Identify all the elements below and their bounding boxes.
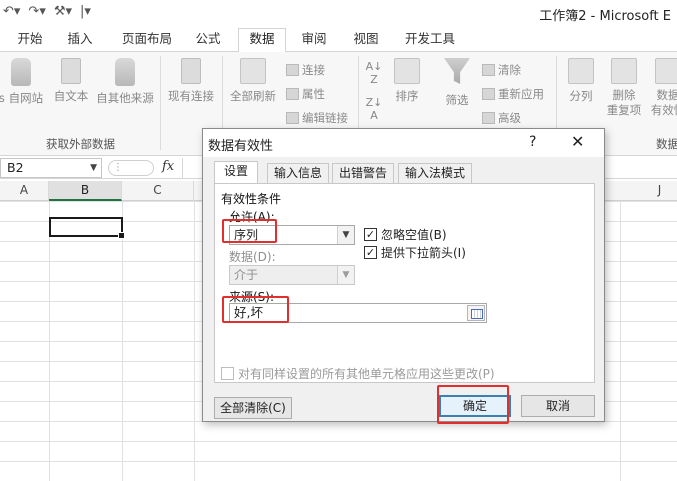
data-validation-button[interactable]: 数据 有效性 bbox=[648, 58, 677, 118]
from-web-button[interactable]: s 自网站 bbox=[0, 58, 46, 106]
tab-input-message[interactable]: 输入信息 bbox=[267, 163, 329, 184]
sort-descending-button[interactable]: Z↓ A bbox=[362, 96, 386, 122]
range-picker-icon[interactable] bbox=[467, 305, 485, 321]
sort-az-icon: A↓ Z bbox=[365, 60, 383, 86]
allow-label: 允许(A): bbox=[229, 210, 275, 224]
tab-settings[interactable]: 设置 bbox=[214, 161, 258, 185]
chevron-down-icon: ▼ bbox=[337, 266, 354, 284]
group-label-data-tools: 数据 bbox=[656, 137, 677, 151]
gridline bbox=[194, 201, 195, 481]
settings-panel: 有效性条件 允许(A): 序列 ▼ ✓ 忽略空值(B) ✓ 提供下拉箭头(I) … bbox=[214, 183, 595, 383]
tab-developer[interactable]: 开发工具 bbox=[402, 29, 458, 52]
data-select: 介于 ▼ bbox=[229, 265, 355, 285]
text-to-columns-icon bbox=[568, 58, 594, 84]
text-file-icon bbox=[61, 58, 81, 84]
active-cell[interactable] bbox=[49, 217, 125, 239]
refresh-icon bbox=[240, 58, 266, 84]
connections-icon bbox=[286, 64, 299, 76]
column-header-b[interactable]: B bbox=[49, 181, 122, 201]
name-box[interactable]: B2 ▼ bbox=[0, 158, 102, 178]
tab-data[interactable]: 数据 bbox=[238, 28, 286, 53]
refresh-all-button[interactable]: 全部刷新 bbox=[226, 58, 280, 104]
remove-duplicates-button[interactable]: 删除 重复项 bbox=[604, 58, 644, 118]
close-icon[interactable]: ✕ bbox=[571, 132, 584, 151]
reapply-icon bbox=[482, 88, 495, 100]
tab-formulas[interactable]: 公式 bbox=[192, 29, 224, 52]
formula-controls: ⋮ bbox=[108, 160, 154, 176]
gridline bbox=[49, 201, 50, 481]
properties-icon bbox=[286, 88, 299, 100]
reapply-button[interactable]: 重新应用 bbox=[482, 86, 544, 102]
group-separator bbox=[160, 56, 161, 150]
clear-filter-button[interactable]: 清除 bbox=[482, 62, 521, 78]
database-icon bbox=[115, 58, 135, 86]
remove-duplicates-icon bbox=[611, 58, 637, 84]
cancel-button[interactable]: 取消 bbox=[521, 395, 595, 417]
tab-error-alert[interactable]: 出错警告 bbox=[332, 163, 394, 184]
apply-to-all-checkbox[interactable]: 对有同样设置的所有其他单元格应用这些更改(P) bbox=[221, 365, 495, 382]
sort-ascending-button[interactable]: A↓ Z bbox=[362, 60, 386, 86]
chevron-down-icon[interactable]: ▼ bbox=[90, 159, 97, 177]
link-icon bbox=[286, 112, 299, 124]
dialog-title-bar: 数据有效性 ? ✕ bbox=[203, 129, 604, 157]
gridline bbox=[122, 201, 123, 481]
connections-button[interactable]: 连接 bbox=[286, 62, 325, 78]
filter-button[interactable]: 筛选 bbox=[440, 58, 474, 108]
gridline bbox=[620, 201, 621, 481]
group-label-external-data: 获取外部数据 bbox=[46, 137, 115, 151]
sort-icon bbox=[394, 58, 420, 84]
data-validation-dialog: 数据有效性 ? ✕ 设置 输入信息 出错警告 输入法模式 有效性条件 允许(A)… bbox=[202, 128, 605, 422]
tab-review[interactable]: 审阅 bbox=[298, 29, 330, 52]
source-input[interactable]: 好,坏 bbox=[229, 303, 487, 323]
allow-select[interactable]: 序列 ▼ bbox=[229, 225, 355, 245]
from-other-sources-button[interactable]: 自其他来源 bbox=[94, 58, 156, 106]
text-to-columns-button[interactable]: 分列 bbox=[562, 58, 600, 104]
data-validation-icon bbox=[655, 58, 677, 84]
tab-insert[interactable]: 插入 bbox=[64, 29, 96, 52]
data-label: 数据(D): bbox=[229, 250, 276, 264]
database-icon bbox=[11, 58, 31, 86]
column-header-j[interactable]: J bbox=[620, 181, 677, 201]
qat-more-icon[interactable]: |▾ bbox=[77, 4, 94, 19]
undo-icon[interactable]: ↶▾ bbox=[0, 4, 23, 19]
dialog-title: 数据有效性 bbox=[208, 139, 274, 154]
clear-all-button[interactable]: 全部清除(C) bbox=[214, 397, 292, 419]
in-cell-dropdown-checkbox[interactable]: ✓ 提供下拉箭头(I) bbox=[364, 244, 466, 261]
tab-home[interactable]: 开始 bbox=[14, 29, 46, 52]
sort-za-icon: Z↓ A bbox=[365, 96, 383, 122]
advanced-filter-button[interactable]: 高级 bbox=[482, 110, 521, 126]
title-bar: ↶▾ ↷▾ ⚒▾ |▾ 工作簿2 - Microsoft E bbox=[0, 0, 677, 26]
section-title: 有效性条件 bbox=[221, 192, 282, 206]
clear-filter-icon bbox=[482, 64, 495, 76]
checkbox-icon[interactable]: ✓ bbox=[364, 228, 377, 241]
ribbon-tabs: 开始 插入 页面布局 公式 数据 审阅 视图 开发工具 bbox=[0, 26, 677, 53]
help-icon[interactable]: ? bbox=[529, 134, 536, 150]
window-title: 工作簿2 - Microsoft E bbox=[539, 9, 671, 24]
tab-ime-mode[interactable]: 输入法模式 bbox=[398, 163, 472, 184]
filter-icon bbox=[444, 58, 470, 84]
redo-icon[interactable]: ↷▾ bbox=[25, 4, 48, 19]
customize-icon[interactable]: ⚒▾ bbox=[51, 4, 75, 19]
properties-button[interactable]: 属性 bbox=[286, 86, 325, 102]
quick-access-toolbar: ↶▾ ↷▾ ⚒▾ |▾ bbox=[0, 4, 94, 19]
tab-page-layout[interactable]: 页面布局 bbox=[118, 29, 176, 52]
edit-links-button[interactable]: 编辑链接 bbox=[286, 110, 348, 126]
chevron-down-icon[interactable]: ▼ bbox=[337, 226, 354, 244]
checkbox-icon[interactable]: ✓ bbox=[364, 246, 377, 259]
ok-button[interactable]: 确定 bbox=[439, 395, 511, 417]
ignore-blank-checkbox[interactable]: ✓ 忽略空值(B) bbox=[364, 226, 447, 243]
existing-connections-button[interactable]: 现有连接 bbox=[164, 58, 218, 104]
connections-icon bbox=[181, 58, 201, 84]
column-header-a[interactable]: A bbox=[0, 181, 49, 201]
column-header-c[interactable]: C bbox=[122, 181, 194, 201]
checkbox-icon[interactable] bbox=[221, 367, 234, 380]
insert-function-button[interactable]: fx bbox=[162, 159, 174, 174]
sort-button[interactable]: 排序 bbox=[390, 58, 424, 104]
from-text-button[interactable]: 自文本 bbox=[50, 58, 92, 104]
advanced-filter-icon bbox=[482, 112, 495, 124]
tab-view[interactable]: 视图 bbox=[350, 29, 382, 52]
